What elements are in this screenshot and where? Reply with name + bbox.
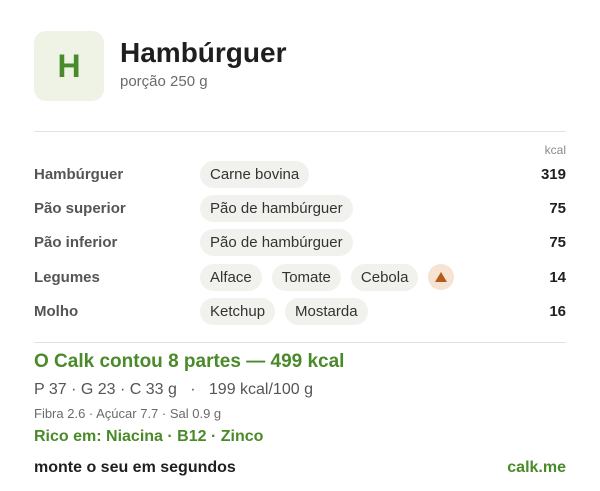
recipe-header: H Hambúrguer porção 250 g xyxy=(34,31,286,101)
row-kcal: 319 xyxy=(540,165,566,183)
ingredient-chips: Ketchup Mostarda xyxy=(200,297,506,325)
row-kcal: 14 xyxy=(549,268,566,286)
ingredient-chips: Carne bovina xyxy=(200,160,506,188)
ingredient-chip[interactable]: Tomate xyxy=(271,263,341,291)
ingredient-chip[interactable]: Pão de hambúrguer xyxy=(200,194,353,222)
table-row: Legumes Alface Tomate Cebola 14 xyxy=(34,263,566,291)
minor-nutrients: Fibra 2.6 · Açúcar 7.7 · Sal 0.9 g xyxy=(34,406,222,421)
brand-link[interactable]: calk.me xyxy=(507,459,566,477)
kcal-column-header: kcal xyxy=(544,143,566,157)
total-summary: O Calk contou 8 partes — 499 kcal xyxy=(34,351,345,372)
page-title: Hambúrguer xyxy=(120,37,287,68)
ingredient-chip[interactable]: Cebola xyxy=(350,263,419,291)
row-label: Hambúrguer xyxy=(34,165,124,183)
table-row: Hambúrguer Carne bovina 319 xyxy=(34,160,566,188)
row-kcal: 16 xyxy=(549,302,566,320)
rich-in-line: Rico em: Niacina · B12 · Zinco xyxy=(34,428,264,445)
table-row: Molho Ketchup Mostarda 16 xyxy=(34,297,566,325)
table-row: Pão inferior Pão de hambúrguer 75 xyxy=(34,228,566,256)
macros-line: P 37 · G 23 · C 33 g · 199 kcal/100 g xyxy=(34,381,313,398)
row-label: Pão inferior xyxy=(34,233,118,251)
cta-text: monte o seu em segundos xyxy=(34,459,236,476)
warning-triangle-icon[interactable] xyxy=(428,264,455,290)
row-label: Legumes xyxy=(34,268,100,286)
title-block: Hambúrguer porção 250 g xyxy=(120,37,286,90)
ingredient-chip[interactable]: Carne bovina xyxy=(200,160,310,188)
ingredient-chip[interactable]: Ketchup xyxy=(200,297,276,325)
divider xyxy=(34,131,566,132)
ingredient-chip[interactable]: Mostarda xyxy=(285,297,368,325)
divider xyxy=(34,342,566,343)
ingredient-chip[interactable]: Alface xyxy=(200,263,262,291)
portion-subtitle: porção 250 g xyxy=(120,73,208,90)
ingredient-chip[interactable]: Pão de hambúrguer xyxy=(200,228,353,256)
avatar-letter: H xyxy=(57,47,81,84)
row-kcal: 75 xyxy=(549,233,566,251)
row-label: Pão superior xyxy=(34,199,126,217)
ingredient-chips: Pão de hambúrguer xyxy=(200,194,506,222)
row-label: Molho xyxy=(34,302,79,320)
row-kcal: 75 xyxy=(549,199,566,217)
avatar: H xyxy=(34,31,104,101)
table-row: Pão superior Pão de hambúrguer 75 xyxy=(34,194,566,222)
ingredient-chips: Pão de hambúrguer xyxy=(200,228,506,256)
ingredient-chips: Alface Tomate Cebola xyxy=(200,263,506,291)
